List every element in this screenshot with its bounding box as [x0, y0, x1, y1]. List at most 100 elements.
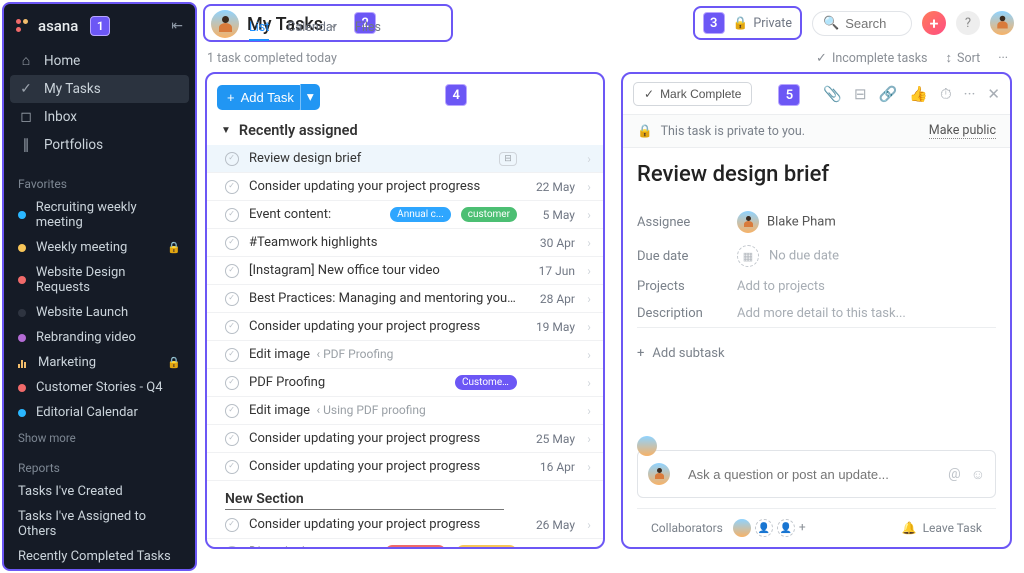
- task-row[interactable]: Edit image ‹ Using PDF proofing›: [207, 397, 603, 425]
- add-collaborator-slot[interactable]: 👤: [777, 519, 795, 537]
- sort-button[interactable]: ↕Sort: [946, 50, 981, 66]
- favorite-item[interactable]: Website Design Requests: [4, 260, 195, 300]
- complete-toggle[interactable]: [225, 404, 239, 418]
- tag-pill[interactable]: thought l...: [456, 545, 517, 549]
- leave-task-button[interactable]: 🔔Leave Task: [902, 521, 982, 535]
- task-row[interactable]: [Instagram] New office tour video17 Jun›: [207, 257, 603, 285]
- collapse-sidebar-icon[interactable]: ⇤: [171, 18, 183, 34]
- global-add-button[interactable]: +: [922, 11, 946, 35]
- assignee-value[interactable]: Blake Pham: [737, 211, 836, 233]
- like-icon[interactable]: 👍: [909, 85, 928, 103]
- task-row[interactable]: Consider updating your project progress2…: [207, 425, 603, 453]
- report-item[interactable]: Custom Field Order: [4, 569, 195, 571]
- search-input[interactable]: [845, 16, 905, 31]
- complete-toggle[interactable]: [225, 432, 239, 446]
- complete-toggle[interactable]: [225, 264, 239, 278]
- attachment-icon[interactable]: 📎: [823, 85, 842, 103]
- search-box[interactable]: 🔍: [812, 11, 912, 36]
- task-row[interactable]: PDF ProofingCustome...›: [207, 369, 603, 397]
- nav-home[interactable]: ⌂Home: [4, 46, 195, 75]
- tab-calendar[interactable]: Calendar: [287, 20, 337, 41]
- task-row[interactable]: #Teamwork highlights30 Apr›: [207, 229, 603, 257]
- add-collaborator-button[interactable]: +: [799, 520, 815, 536]
- favorite-item[interactable]: Customer Stories - Q4: [4, 375, 195, 400]
- user-avatar[interactable]: [211, 10, 239, 38]
- complete-toggle[interactable]: [225, 518, 239, 532]
- status-row: 1 task completed today ✓Incomplete tasks…: [197, 44, 1024, 72]
- subtask-indicator[interactable]: ⊟: [499, 152, 517, 166]
- due-date-value[interactable]: ▦No due date: [737, 245, 839, 267]
- complete-toggle[interactable]: [225, 152, 239, 166]
- show-more-link[interactable]: Show more: [4, 425, 195, 451]
- more-actions-icon[interactable]: ···: [964, 85, 976, 103]
- projects-value[interactable]: Add to projects: [737, 279, 825, 294]
- task-row[interactable]: Event content:Annual c...customer5 May›: [207, 201, 603, 229]
- section-recently-assigned[interactable]: ▼ Recently assigned: [207, 112, 603, 145]
- private-label[interactable]: Private: [753, 16, 792, 31]
- reports-header: Reports: [4, 451, 195, 479]
- favorite-item[interactable]: Rebranding video: [4, 325, 195, 350]
- complete-toggle[interactable]: [225, 546, 239, 550]
- tag-pill[interactable]: Blog ideas: [385, 545, 445, 549]
- complete-toggle[interactable]: [225, 320, 239, 334]
- brand-logo[interactable]: asana: [16, 17, 78, 35]
- complete-toggle[interactable]: [225, 180, 239, 194]
- row-chevron-icon: ›: [585, 320, 593, 334]
- help-button[interactable]: ?: [956, 11, 980, 35]
- make-public-link[interactable]: Make public: [929, 123, 996, 139]
- collaborators-stack[interactable]: 👤 👤 +: [733, 519, 815, 537]
- complete-toggle[interactable]: [225, 236, 239, 250]
- task-row[interactable]: Consider updating your project progress1…: [207, 453, 603, 481]
- section-new[interactable]: New Section: [207, 481, 603, 511]
- tag-pill[interactable]: Annual c...: [390, 207, 451, 222]
- emoji-icon[interactable]: ☺: [971, 466, 985, 483]
- comment-box[interactable]: @ ☺: [637, 450, 996, 498]
- description-value[interactable]: Add more detail to this task...: [737, 306, 906, 321]
- add-collaborator-slot[interactable]: 👤: [755, 519, 773, 537]
- bell-icon: 🔔: [902, 521, 917, 535]
- favorite-item[interactable]: Website Launch: [4, 300, 195, 325]
- profile-avatar[interactable]: [990, 11, 1014, 35]
- complete-toggle[interactable]: [225, 348, 239, 362]
- link-icon[interactable]: 🔗: [879, 85, 898, 103]
- favorite-item[interactable]: Marketing🔒: [4, 350, 195, 375]
- task-name: Consider updating your project progress: [249, 431, 517, 446]
- tab-list[interactable]: List: [249, 20, 269, 41]
- comment-input[interactable]: [688, 467, 938, 482]
- nav-portfolios[interactable]: ∥Portfolios: [4, 131, 195, 159]
- tag-pill[interactable]: customer: [461, 207, 517, 222]
- nav-inbox[interactable]: ◻Inbox: [4, 103, 195, 131]
- favorite-item[interactable]: Editorial Calendar: [4, 400, 195, 425]
- report-item[interactable]: Tasks I've Assigned to Others: [4, 504, 195, 544]
- complete-toggle[interactable]: [225, 208, 239, 222]
- subtask-icon[interactable]: ⊟: [854, 85, 867, 103]
- detail-title[interactable]: Review design brief: [623, 148, 1010, 205]
- collaborator-avatar[interactable]: [733, 519, 751, 537]
- tag-pill[interactable]: Custome...: [455, 375, 517, 390]
- report-item[interactable]: Tasks I've Created: [4, 479, 195, 504]
- task-row[interactable]: Review design brief⊟›: [207, 145, 603, 173]
- add-subtask-button[interactable]: +Add subtask: [623, 328, 1010, 369]
- task-row[interactable]: Consider updating your project progress2…: [207, 511, 603, 539]
- task-row[interactable]: Edit image ‹ PDF Proofing›: [207, 341, 603, 369]
- mark-complete-button[interactable]: ✓Mark Complete: [633, 82, 752, 106]
- more-icon[interactable]: ···: [998, 51, 1008, 66]
- tab-files[interactable]: Files: [355, 20, 381, 41]
- add-task-button[interactable]: +Add Task: [217, 85, 304, 110]
- task-row[interactable]: Diversity in spaceBlog ideasthought l...…: [207, 539, 603, 549]
- at-mention-icon[interactable]: @: [948, 466, 961, 483]
- close-icon[interactable]: ✕: [987, 85, 1000, 103]
- favorite-item[interactable]: Recruiting weekly meeting: [4, 195, 195, 235]
- add-task-dropdown[interactable]: ▾: [300, 84, 320, 110]
- complete-toggle[interactable]: [225, 292, 239, 306]
- report-item[interactable]: Recently Completed Tasks: [4, 544, 195, 569]
- task-row[interactable]: Best Practices: Managing and mentoring y…: [207, 285, 603, 313]
- complete-toggle[interactable]: [225, 376, 239, 390]
- timer-icon[interactable]: ⏱: [940, 85, 952, 103]
- task-row[interactable]: Consider updating your project progress1…: [207, 313, 603, 341]
- nav-my-tasks[interactable]: ✓My Tasks: [10, 75, 189, 103]
- filter-incomplete[interactable]: ✓Incomplete tasks: [816, 51, 927, 66]
- task-row[interactable]: Consider updating your project progress2…: [207, 173, 603, 201]
- favorite-item[interactable]: Weekly meeting🔒: [4, 235, 195, 260]
- complete-toggle[interactable]: [225, 460, 239, 474]
